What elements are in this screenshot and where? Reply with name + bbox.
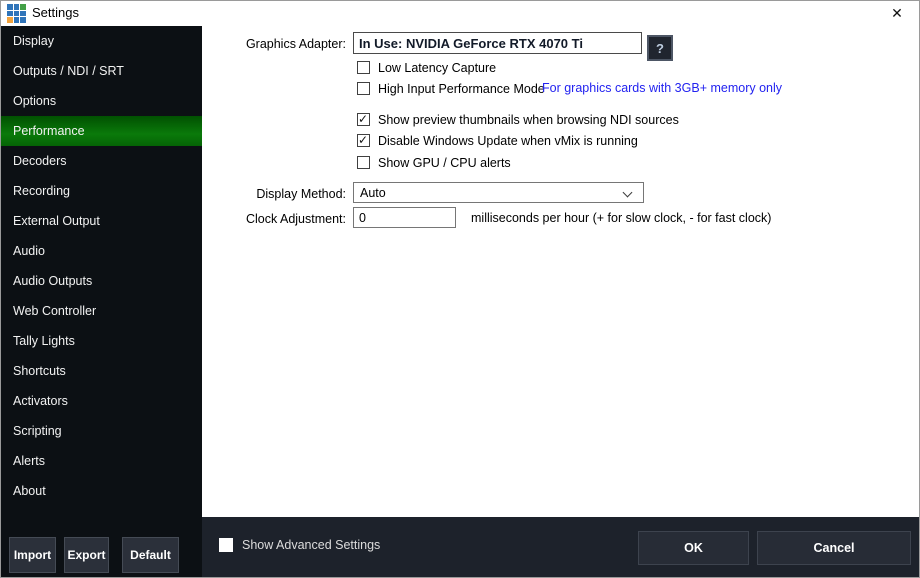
sidebar-item-decoders[interactable]: Decoders [1, 146, 202, 176]
sidebar-item-external-output[interactable]: External Output [1, 206, 202, 236]
sidebar-item-shortcuts[interactable]: Shortcuts [1, 356, 202, 386]
display-method-select[interactable]: Auto [353, 182, 644, 203]
sidebar-item-activators[interactable]: Activators [1, 386, 202, 416]
ndi-thumbnails-row[interactable]: Show preview thumbnails when browsing ND… [357, 112, 679, 127]
sidebar-item-scripting[interactable]: Scripting [1, 416, 202, 446]
checkbox-label: Show GPU / CPU alerts [378, 155, 511, 170]
gpu-cpu-alerts-checkbox[interactable] [357, 156, 370, 169]
sidebar-item-alerts[interactable]: Alerts [1, 446, 202, 476]
sidebar-item-outputs-ndi-srt[interactable]: Outputs / NDI / SRT [1, 56, 202, 86]
clock-adjustment-hint: milliseconds per hour (+ for slow clock,… [471, 211, 772, 225]
default-button[interactable]: Default [122, 537, 179, 573]
low-latency-capture-checkbox[interactable] [357, 61, 370, 74]
high-input-performance-checkbox[interactable] [357, 82, 370, 95]
ndi-thumbnails-checkbox[interactable] [357, 112, 370, 126]
sidebar-item-options[interactable]: Options [1, 86, 202, 116]
graphics-adapter-label: Graphics Adapter: [245, 37, 346, 51]
show-advanced-settings-checkbox[interactable] [219, 538, 233, 552]
settings-window: Settings ✕ Display Outputs / NDI / SRT O… [0, 0, 920, 578]
disable-windows-update-row[interactable]: Disable Windows Update when vMix is runn… [357, 133, 638, 148]
graphics-adapter-field[interactable] [353, 32, 642, 54]
display-method-value: Auto [360, 185, 386, 200]
sidebar-item-performance[interactable]: Performance [1, 116, 202, 146]
sidebar-item-display[interactable]: Display [1, 26, 202, 56]
high-input-note: For graphics cards with 3GB+ memory only [542, 81, 783, 95]
checkbox-label: Disable Windows Update when vMix is runn… [378, 133, 638, 148]
high-input-performance-row[interactable]: High Input Performance Mode [357, 81, 545, 96]
show-advanced-settings-row[interactable]: Show Advanced Settings [219, 538, 380, 552]
ok-button[interactable]: OK [638, 531, 749, 565]
export-button[interactable]: Export [64, 537, 109, 573]
clock-adjustment-field[interactable] [353, 207, 456, 228]
sidebar: Display Outputs / NDI / SRT Options Perf… [1, 26, 202, 577]
title-bar: Settings ✕ [1, 1, 919, 26]
vmix-logo-icon [7, 4, 26, 23]
cancel-button[interactable]: Cancel [757, 531, 911, 565]
close-icon[interactable]: ✕ [881, 1, 913, 26]
gpu-cpu-alerts-row[interactable]: Show GPU / CPU alerts [357, 155, 511, 170]
checkbox-label: Show preview thumbnails when browsing ND… [378, 112, 679, 127]
low-latency-capture-row[interactable]: Low Latency Capture [357, 60, 496, 75]
checkbox-label: Low Latency Capture [378, 60, 497, 75]
show-advanced-settings-label: Show Advanced Settings [242, 538, 381, 552]
window-title: Settings [32, 5, 79, 20]
sidebar-item-web-controller[interactable]: Web Controller [1, 296, 202, 326]
clock-adjustment-label: Clock Adjustment: [245, 212, 346, 226]
sidebar-item-recording[interactable]: Recording [1, 176, 202, 206]
checkbox-label: High Input Performance Mode [378, 81, 545, 96]
help-button[interactable]: ? [647, 35, 673, 61]
disable-windows-update-checkbox[interactable] [357, 133, 370, 147]
import-button[interactable]: Import [9, 537, 56, 573]
sidebar-item-audio-outputs[interactable]: Audio Outputs [1, 266, 202, 296]
chevron-down-icon [622, 187, 633, 198]
sidebar-item-about[interactable]: About [1, 476, 202, 506]
sidebar-item-tally-lights[interactable]: Tally Lights [1, 326, 202, 356]
display-method-label: Display Method: [256, 187, 346, 201]
sidebar-item-audio[interactable]: Audio [1, 236, 202, 266]
